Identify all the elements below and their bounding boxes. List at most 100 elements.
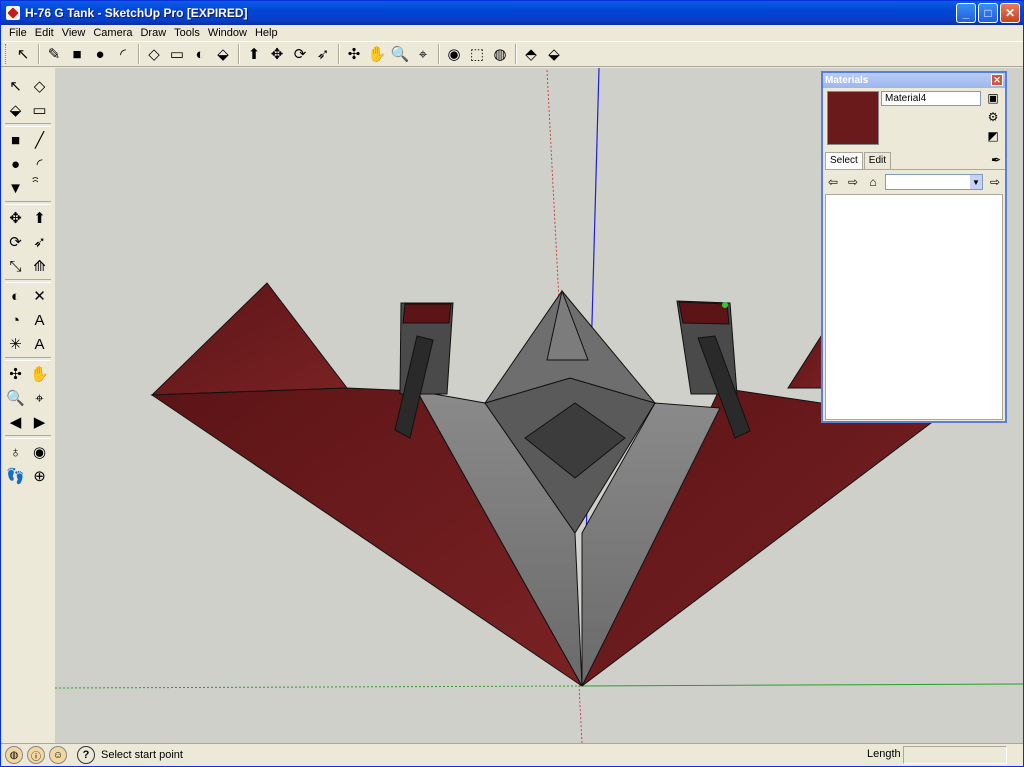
circle-icon[interactable]: ● bbox=[89, 43, 111, 65]
share-model-icon[interactable]: ⬚ bbox=[466, 43, 488, 65]
sample-paint-icon[interactable]: ✒ bbox=[991, 153, 1001, 167]
geo-location-icon[interactable]: ◍ bbox=[5, 746, 23, 764]
material-name-field[interactable]: Material4 bbox=[881, 91, 981, 106]
sidebar-row: ✥ ⬆ bbox=[5, 206, 51, 230]
line-tool-icon[interactable]: ╱ bbox=[29, 129, 50, 151]
scale-tool-icon[interactable]: ⤡ bbox=[5, 255, 26, 277]
push-pull-tool-icon[interactable]: ⬆ bbox=[29, 207, 50, 229]
sidebar-row: 🔍 ⌖ bbox=[5, 386, 51, 410]
user-icon[interactable]: ☺ bbox=[49, 746, 67, 764]
materials-panel: Materials ✕ Material4 ▣ ⚙ ◩ Select Edit ✒… bbox=[821, 71, 1007, 423]
component-tool-icon[interactable]: ◇ bbox=[29, 75, 50, 97]
axes-tool-icon[interactable]: ✳ bbox=[5, 333, 26, 355]
select-icon[interactable]: ↖ bbox=[12, 43, 34, 65]
paint-bucket-icon[interactable]: ⬙ bbox=[212, 43, 234, 65]
sidebar-row: ■ ╱ bbox=[5, 128, 51, 152]
section-plane-icon[interactable]: ⊕ bbox=[29, 465, 50, 487]
circle-tool-icon[interactable]: ● bbox=[5, 153, 26, 175]
text-tool-icon[interactable]: A bbox=[29, 309, 50, 331]
arc-tool-icon[interactable]: ◜ bbox=[29, 153, 50, 175]
measurement-input[interactable] bbox=[903, 746, 1007, 764]
push-pull-icon[interactable]: ⬆ bbox=[243, 43, 265, 65]
pencil-icon[interactable]: ✎ bbox=[43, 43, 65, 65]
select-tool-icon[interactable]: ↖ bbox=[5, 75, 26, 97]
create-material-icon[interactable]: ⚙ bbox=[985, 109, 1001, 125]
follow-me-tool-icon[interactable]: ➶ bbox=[29, 231, 50, 253]
minimize-button[interactable]: _ bbox=[956, 3, 976, 23]
material-library-dropdown[interactable]: ▼ bbox=[885, 174, 983, 190]
menu-tools[interactable]: Tools bbox=[170, 27, 204, 39]
title-bar[interactable]: H-76 G Tank - SketchUp Pro [EXPIRED] _ □… bbox=[1, 1, 1023, 25]
materials-close-button[interactable]: ✕ bbox=[991, 74, 1003, 86]
menu-edit[interactable]: Edit bbox=[31, 27, 58, 39]
material-swatch[interactable] bbox=[827, 91, 879, 145]
tab-edit[interactable]: Edit bbox=[863, 152, 892, 169]
get-models-icon[interactable]: ◉ bbox=[443, 43, 465, 65]
make-component-icon[interactable]: ◇ bbox=[143, 43, 165, 65]
follow-me-icon[interactable]: ➶ bbox=[312, 43, 334, 65]
left-turret-cap bbox=[402, 303, 452, 324]
materials-title-bar[interactable]: Materials ✕ bbox=[823, 73, 1005, 88]
maximize-button[interactable]: □ bbox=[978, 3, 998, 23]
rectangle-icon[interactable]: ■ bbox=[66, 43, 88, 65]
menu-help[interactable]: Help bbox=[251, 27, 282, 39]
eraser-icon[interactable]: ▭ bbox=[166, 43, 188, 65]
back-arrow-icon[interactable]: ⇦ bbox=[825, 175, 841, 189]
dropdown-arrow-icon[interactable]: ▼ bbox=[970, 175, 982, 189]
walk-tool-icon[interactable]: 👣 bbox=[5, 465, 26, 487]
previous-view-icon[interactable]: ◀ bbox=[5, 411, 26, 433]
rotate-icon[interactable]: ⟳ bbox=[289, 43, 311, 65]
move-tool-icon[interactable]: ✥ bbox=[5, 207, 26, 229]
toolbar-separator bbox=[138, 44, 140, 64]
forward-arrow-icon[interactable]: ⇨ bbox=[845, 175, 861, 189]
paint-tool-icon[interactable]: ⬙ bbox=[5, 99, 26, 121]
zoom-extents-icon[interactable]: ⌖ bbox=[412, 43, 434, 65]
orbit-icon[interactable]: ✣ bbox=[343, 43, 365, 65]
extension-warehouse-icon[interactable]: ⬘ bbox=[520, 43, 542, 65]
toolbar-separator bbox=[238, 44, 240, 64]
next-view-icon[interactable]: ▶ bbox=[29, 411, 50, 433]
eraser-tool-icon[interactable]: ▭ bbox=[29, 99, 50, 121]
menu-file[interactable]: File bbox=[5, 27, 31, 39]
orbit-tool-icon[interactable]: ✣ bbox=[5, 363, 26, 385]
share-component-icon[interactable]: ◍ bbox=[489, 43, 511, 65]
3d-text-tool-icon[interactable]: A bbox=[29, 333, 50, 355]
menu-camera[interactable]: Camera bbox=[89, 27, 136, 39]
toolbar-grip[interactable] bbox=[5, 44, 8, 64]
credits-icon[interactable]: ⓘ bbox=[27, 746, 45, 764]
position-camera-icon[interactable]: ♁ bbox=[5, 441, 26, 463]
zoom-tool-icon[interactable]: 🔍 bbox=[5, 387, 26, 409]
arc-icon[interactable]: ◜ bbox=[112, 43, 134, 65]
zoom-extents-tool-icon[interactable]: ⌖ bbox=[29, 387, 50, 409]
tape-measure-tool-icon[interactable]: ◐ bbox=[5, 285, 26, 307]
layout-icon[interactable]: ⬙ bbox=[543, 43, 565, 65]
pan-tool-icon[interactable]: ✋ bbox=[29, 363, 50, 385]
default-material-icon[interactable]: ◩ bbox=[985, 128, 1001, 144]
pan-icon[interactable]: ✋ bbox=[366, 43, 388, 65]
zoom-icon[interactable]: 🔍 bbox=[389, 43, 411, 65]
material-list[interactable] bbox=[825, 194, 1003, 420]
move-icon[interactable]: ✥ bbox=[266, 43, 288, 65]
menu-window[interactable]: Window bbox=[204, 27, 251, 39]
display-secondary-pane-icon[interactable]: ▣ bbox=[985, 90, 1001, 106]
dimension-tool-icon[interactable]: ✕ bbox=[29, 285, 50, 307]
offset-tool-icon[interactable]: ⟰ bbox=[29, 255, 50, 277]
toolbar-separator bbox=[338, 44, 340, 64]
home-icon[interactable]: ⌂ bbox=[865, 175, 881, 189]
details-arrow-icon[interactable]: ⇨ bbox=[987, 175, 1003, 189]
sidebar-row: ◐ ✕ bbox=[5, 284, 51, 308]
look-around-icon[interactable]: ◉ bbox=[29, 441, 50, 463]
help-icon[interactable]: ? bbox=[77, 746, 95, 764]
rectangle-tool-icon[interactable]: ■ bbox=[5, 129, 26, 151]
menu-view[interactable]: View bbox=[58, 27, 90, 39]
rotate-tool-icon[interactable]: ⟳ bbox=[5, 231, 26, 253]
freehand-tool-icon[interactable]: ꩰ bbox=[29, 177, 50, 199]
tab-select[interactable]: Select bbox=[825, 152, 863, 169]
close-button[interactable]: ✕ bbox=[1000, 3, 1020, 23]
polygon-tool-icon[interactable]: ▼ bbox=[5, 177, 26, 199]
protractor-tool-icon[interactable]: ◔ bbox=[5, 309, 26, 331]
sidebar-row: ♁ ◉ bbox=[5, 440, 51, 464]
toolbar-separator bbox=[38, 44, 40, 64]
menu-draw[interactable]: Draw bbox=[136, 27, 170, 39]
tape-measure-icon[interactable]: ◐ bbox=[189, 43, 211, 65]
